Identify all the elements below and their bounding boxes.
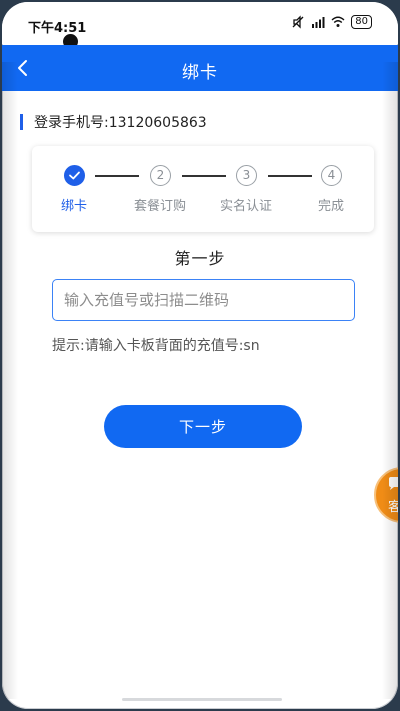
- signal-icon: [312, 17, 325, 28]
- gesture-bar: [122, 698, 282, 701]
- step-2-label: 套餐订购: [134, 199, 187, 214]
- steps-card: 2 3 4 绑卡 套餐订购 实名认证 完成: [32, 146, 374, 232]
- checkmark-icon: [68, 171, 80, 179]
- step-connector-3: [268, 175, 312, 177]
- chat-icon: [389, 477, 398, 490]
- step-1-circle: [64, 165, 85, 186]
- step-2-circle: 2: [150, 165, 171, 186]
- recharge-number-input[interactable]: [52, 279, 355, 321]
- customer-service-button[interactable]: 客: [374, 467, 398, 523]
- mute-icon: [292, 15, 304, 29]
- step-4-label: 完成: [318, 199, 345, 214]
- customer-service-label: 客: [388, 496, 398, 515]
- page-title: 绑卡: [182, 63, 218, 83]
- step-3-circle: 3: [236, 165, 257, 186]
- step-connector-2: [182, 175, 226, 177]
- title-bar: 绑卡: [2, 45, 398, 91]
- login-phone-text: 登录手机号:13120605863: [34, 115, 207, 131]
- phone-screen: 下午4:51 80 绑卡 登录手机号:13120605863 2 3 4 绑卡 …: [2, 2, 398, 709]
- screen-edge-right: [382, 62, 398, 699]
- input-hint: 提示:请输入卡板背面的充值号:sn: [52, 338, 260, 354]
- accent-bar: [20, 114, 23, 130]
- step-3-label: 实名认证: [220, 199, 273, 214]
- status-bar: 下午4:51 80: [2, 2, 398, 49]
- wifi-icon: [331, 16, 345, 27]
- battery-level: 80: [351, 15, 372, 29]
- screen-edge-left: [2, 62, 18, 699]
- status-icons: 80: [291, 15, 372, 29]
- login-phone-row: 登录手机号:13120605863: [20, 112, 207, 132]
- step-4-circle: 4: [321, 165, 342, 186]
- step-1-label: 绑卡: [61, 199, 88, 214]
- step-connector-1: [95, 175, 139, 177]
- next-step-button[interactable]: 下一步: [104, 405, 302, 448]
- status-time: 下午4:51: [28, 21, 87, 36]
- step-heading: 第一步: [174, 249, 226, 268]
